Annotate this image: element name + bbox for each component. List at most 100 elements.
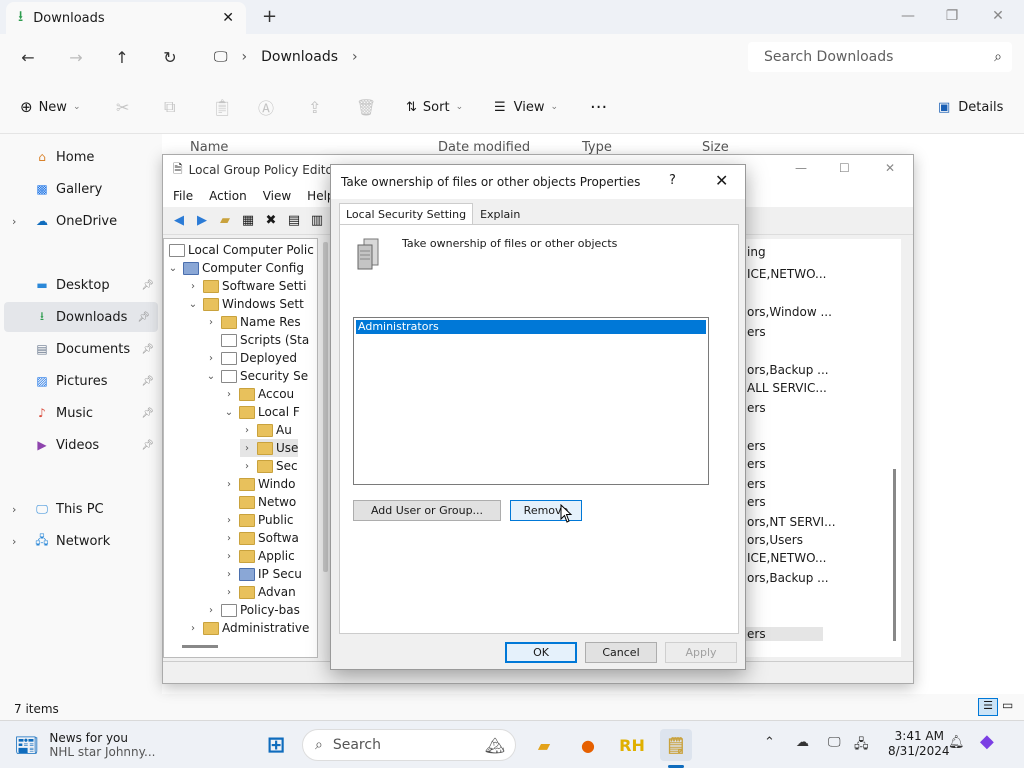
delete-icon[interactable]: ✖ xyxy=(261,211,281,231)
up-folder-icon[interactable]: ▰ xyxy=(215,211,235,231)
sidebar-item-downloads[interactable]: ⭳ Downloads 📌︎ xyxy=(4,302,158,332)
chevron-down-icon[interactable]: ⌄ xyxy=(186,299,200,310)
chevron-down-icon[interactable]: ⌄ xyxy=(222,407,236,418)
column-type[interactable]: Type xyxy=(582,140,612,155)
tree-item[interactable]: › Public xyxy=(222,511,294,529)
tree-item[interactable]: Local Computer Polic xyxy=(166,241,314,259)
column-date-modified[interactable]: Date modified xyxy=(438,140,530,155)
close-button[interactable]: ✕ xyxy=(885,161,895,175)
clock[interactable]: 3:41 AM 8/31/2024 xyxy=(888,729,950,759)
search-input[interactable]: Search Downloads ⌕ xyxy=(748,42,1012,72)
close-icon[interactable]: ✕ xyxy=(715,171,728,190)
chevron-right-icon[interactable]: › xyxy=(222,551,236,562)
sidebar-item-music[interactable]: ♪ Music 📌︎ xyxy=(0,398,162,428)
tree-item[interactable]: ⌄ Local F xyxy=(222,403,300,421)
tree-item-selected[interactable]: › Use xyxy=(240,439,299,457)
cancel-button[interactable]: Cancel xyxy=(585,642,657,663)
vertical-scrollbar-thumb[interactable] xyxy=(893,469,896,641)
sidebar-item-pictures[interactable]: ▨ Pictures 📌︎ xyxy=(0,366,162,396)
minimize-button[interactable]: — xyxy=(888,4,928,28)
tree-item[interactable]: › Applic xyxy=(222,547,295,565)
new-tab-button[interactable]: + xyxy=(262,6,280,28)
forward-button[interactable]: → xyxy=(62,44,90,70)
new-button[interactable]: ⊕ New ⌄ xyxy=(20,96,80,118)
up-button[interactable]: ↑ xyxy=(108,44,136,70)
sidebar-item-this-pc[interactable]: › 🖵 This PC xyxy=(0,494,162,524)
vertical-scrollbar-thumb[interactable] xyxy=(323,242,328,572)
cloud-offline-icon[interactable]: ☁ xyxy=(796,735,809,750)
chevron-right-icon[interactable]: › xyxy=(12,503,16,516)
menu-view[interactable]: View xyxy=(263,189,291,203)
chevron-right-icon[interactable]: › xyxy=(240,443,254,454)
copy-icon[interactable]: ⧉ xyxy=(164,96,175,118)
chevron-down-icon[interactable]: ⌄ xyxy=(204,371,218,382)
chevron-right-icon[interactable]: › xyxy=(222,389,236,400)
tree-item[interactable]: › Au xyxy=(240,421,292,439)
tree-item[interactable]: Netwo xyxy=(222,493,296,511)
chevron-right-icon[interactable]: › xyxy=(12,215,16,228)
sort-button[interactable]: ⇅ Sort ⌄ xyxy=(406,96,463,118)
sidebar-item-home[interactable]: ⌂ Home xyxy=(0,142,162,172)
address-bar[interactable]: 🖵 › Downloads › xyxy=(200,42,736,72)
tab-explain[interactable]: Explain xyxy=(473,203,527,225)
sidebar-item-onedrive[interactable]: › ☁ OneDrive xyxy=(0,206,162,236)
news-widget[interactable]: 📰︎ News for you NHL star Johnny... xyxy=(14,727,194,763)
chevron-down-icon[interactable]: ⌄ xyxy=(166,263,180,274)
details-view-icon[interactable]: ☰ xyxy=(978,698,998,716)
delete-icon[interactable]: 🗑︎ xyxy=(356,96,376,118)
view-button[interactable]: ☰ View ⌄ xyxy=(494,96,558,118)
accounts-listbox[interactable]: Administrators xyxy=(353,317,709,485)
tree-item[interactable]: › Policy-bas xyxy=(204,601,300,619)
maximize-button[interactable]: ☐ xyxy=(839,161,850,175)
chevron-right-icon[interactable]: › xyxy=(222,479,236,490)
chevron-right-icon[interactable]: › xyxy=(240,425,254,436)
tree-item[interactable]: › IP Secu xyxy=(222,565,302,583)
chevron-right-icon[interactable]: › xyxy=(12,535,16,548)
close-tab-icon[interactable]: ✕ xyxy=(222,10,234,26)
close-window-button[interactable]: ✕ xyxy=(978,4,1018,28)
list-item-selected[interactable]: Administrators xyxy=(356,320,706,334)
chevron-right-icon[interactable]: › xyxy=(222,569,236,580)
minimize-button[interactable]: — xyxy=(795,161,807,175)
tab-local-security-setting[interactable]: Local Security Setting xyxy=(339,203,474,225)
column-name[interactable]: Name xyxy=(190,140,228,155)
maximize-button[interactable]: ❐ xyxy=(932,4,972,28)
help-button[interactable]: ? xyxy=(669,173,676,188)
chevron-right-icon[interactable]: › xyxy=(222,515,236,526)
breadcrumb-item[interactable]: Downloads xyxy=(261,49,338,65)
share-icon[interactable]: ⇪ xyxy=(308,96,321,118)
chevron-right-icon[interactable]: › xyxy=(186,623,200,634)
copilot-icon[interactable]: ◆ xyxy=(980,731,994,752)
tree-item[interactable]: ⌄ Security Se xyxy=(204,367,308,385)
tree-item[interactable]: › Deployed xyxy=(204,349,297,367)
display-icon[interactable]: 🖵 xyxy=(828,735,841,750)
more-options-icon[interactable]: ··· xyxy=(590,96,607,118)
sidebar-item-desktop[interactable]: ▬ Desktop 📌︎ xyxy=(0,270,162,300)
tiles-view-icon[interactable]: ▭ xyxy=(1002,698,1013,712)
chevron-right-icon[interactable]: › xyxy=(240,461,254,472)
sidebar-item-documents[interactable]: ▤ Documents 📌︎ xyxy=(0,334,162,364)
chevron-right-icon[interactable]: › xyxy=(186,281,200,292)
paste-icon[interactable]: 📋︎ xyxy=(212,96,232,118)
chevron-right-icon[interactable]: › xyxy=(204,353,218,364)
chevron-right-icon[interactable]: › xyxy=(204,605,218,616)
add-user-or-group-button[interactable]: Add User or Group... xyxy=(353,500,501,521)
menu-file[interactable]: File xyxy=(173,189,193,203)
forward-arrow-icon[interactable]: ▶ xyxy=(192,211,212,231)
menu-action[interactable]: Action xyxy=(209,189,247,203)
refresh-button[interactable]: ↻ xyxy=(156,44,184,70)
tree-item[interactable]: Scripts (Sta xyxy=(204,331,309,349)
back-button[interactable]: ← xyxy=(14,44,42,70)
tree-item[interactable]: › Windo xyxy=(222,475,296,493)
back-arrow-icon[interactable]: ◀ xyxy=(169,211,189,231)
notification-bell-icon[interactable]: 🔔︎ xyxy=(948,735,965,750)
firefox-app-icon[interactable]: ● xyxy=(572,729,604,761)
sidebar-item-videos[interactable]: ▶ Videos 📌︎ xyxy=(0,430,162,460)
tree-item[interactable]: › Sec xyxy=(240,457,298,475)
tree-item[interactable]: › Softwa xyxy=(222,529,299,547)
details-button[interactable]: ▣ Details xyxy=(938,96,1003,118)
chevron-right-icon[interactable]: › xyxy=(222,587,236,598)
tree-item[interactable]: › Software Setti xyxy=(186,277,306,295)
tree-item[interactable]: › Accou xyxy=(222,385,294,403)
horizontal-scrollbar[interactable] xyxy=(182,645,218,648)
